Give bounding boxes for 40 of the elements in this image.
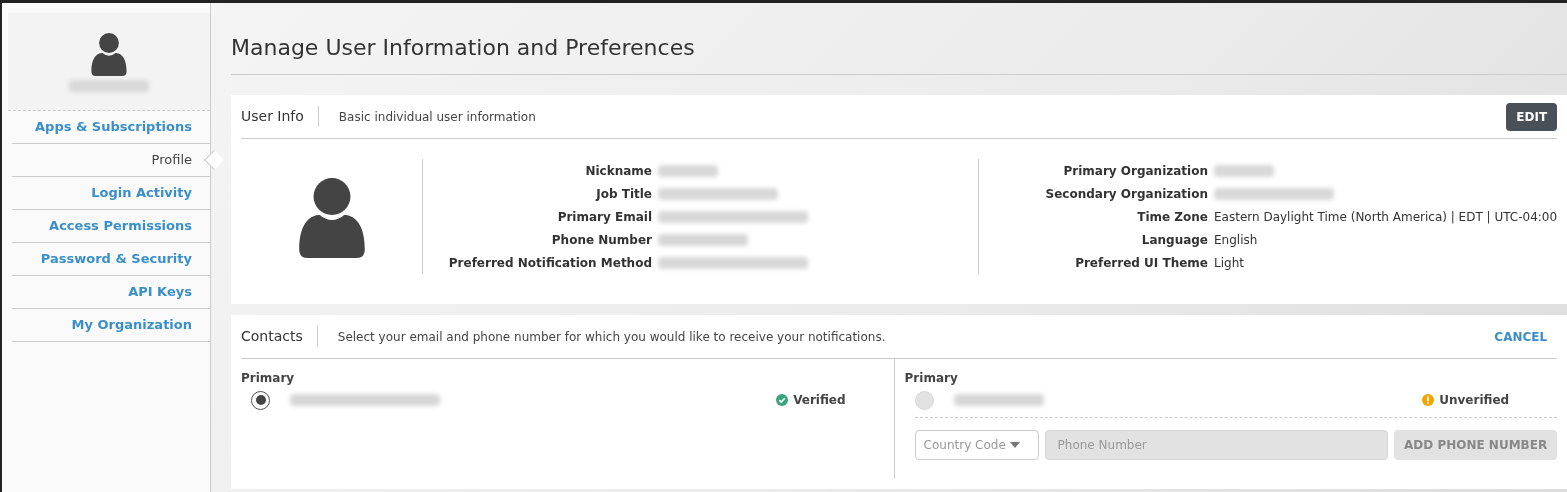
section-heading: User Info [241, 106, 319, 127]
page-title: Manage User Information and Preferences [231, 31, 1567, 75]
sidebar-link[interactable]: API Keys [128, 282, 192, 302]
field-label: Language [1140, 231, 1209, 249]
sidebar-link[interactable]: Apps & Subscriptions [35, 117, 192, 137]
sidebar-link[interactable]: Password & Security [40, 249, 192, 269]
section-heading: Contacts [241, 326, 318, 347]
radio-button[interactable] [251, 390, 270, 410]
field-label: Nickname [584, 162, 653, 180]
cancel-link[interactable]: CANCEL [1494, 327, 1558, 346]
field-label: Preferred UI Theme [1074, 254, 1209, 272]
redacted-text [658, 164, 718, 177]
field-label: Primary Organization [1062, 162, 1209, 180]
sidebar-link[interactable]: Login Activity [91, 183, 192, 203]
field-value: English [1214, 231, 1258, 249]
sidebar-link[interactable]: Profile [151, 150, 192, 170]
section-description: Basic individual user information [337, 108, 536, 126]
field-label: Secondary Organization [1044, 185, 1209, 203]
country-code-dropdown[interactable]: Country Code [914, 430, 1039, 460]
field-value: Eastern Daylight Time (North America) | EDT | UTC-04:00 [1214, 208, 1558, 226]
sidebar-link[interactable]: My Organization [71, 315, 192, 335]
field-label: Phone Number [550, 231, 653, 249]
field-label: Time Zone [1136, 208, 1209, 226]
check-circle-icon [776, 394, 789, 406]
section-description: Select your email and phone number for which you would like to receive your notifications. [336, 328, 886, 346]
dropdown-placeholder: Country Code [923, 437, 1006, 454]
add-phone-number-button[interactable]: ADD PHONE NUMBER [1394, 430, 1558, 460]
column-label: Primary [904, 370, 959, 387]
field-label: Primary Email [556, 208, 653, 226]
sidebar-link[interactable]: Access Permissions [49, 216, 192, 236]
field-label: Job Title [594, 185, 653, 203]
status-text: Verified [793, 392, 846, 409]
field-value: Light [1214, 254, 1244, 272]
edit-button[interactable]: EDIT [1506, 102, 1558, 131]
redacted-text [1214, 164, 1274, 177]
field-label: Preferred Notification Method [447, 254, 653, 272]
warning-circle-icon [1422, 394, 1435, 406]
caret-icon [1009, 442, 1020, 448]
column-label: Primary [241, 370, 296, 387]
status-text: Unverified [1439, 392, 1510, 409]
